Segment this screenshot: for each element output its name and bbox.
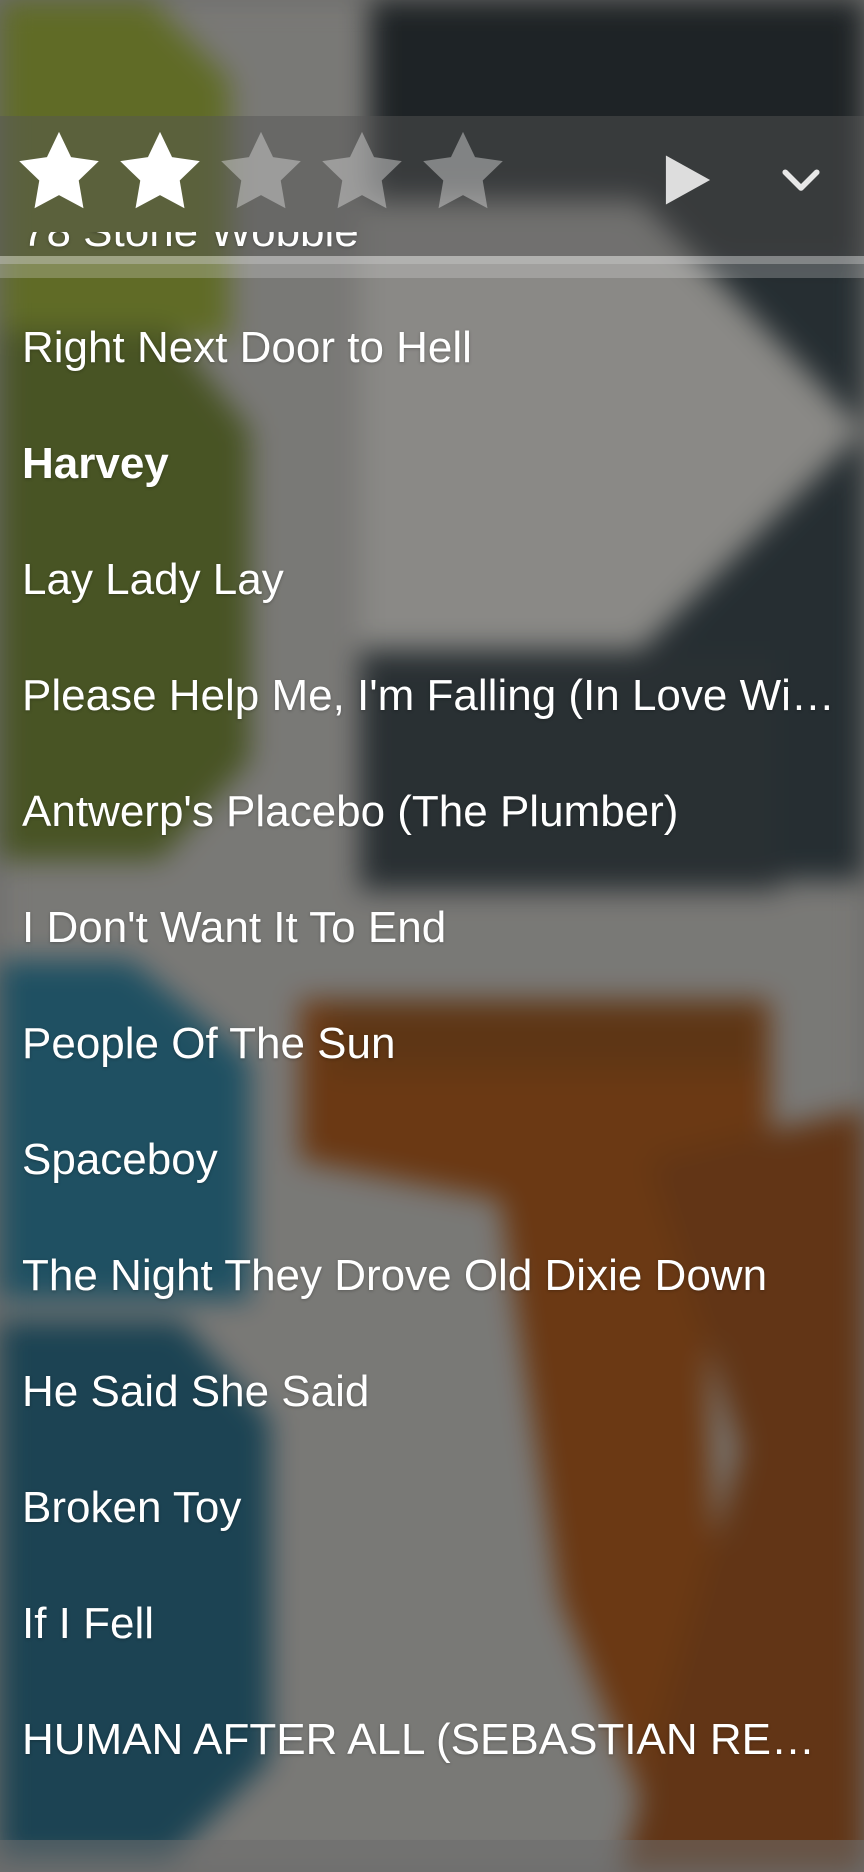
track-title: Spaceboy xyxy=(22,1135,218,1184)
rating-star-1[interactable] xyxy=(8,126,109,216)
track-item[interactable]: Spaceboy xyxy=(0,1102,864,1218)
track-item[interactable]: I Don't Want It To End xyxy=(0,870,864,986)
track-item[interactable]: He Said She Said xyxy=(0,1334,864,1450)
track-title: Antwerp's Placebo (The Plumber) xyxy=(22,787,679,836)
track-title: If I Fell xyxy=(22,1599,155,1648)
track-item[interactable]: Lay Lady Lay xyxy=(0,522,864,638)
track-title: Broken Toy xyxy=(22,1483,242,1532)
track-title: HUMAN AFTER ALL (SEBASTIAN REMIX) xyxy=(22,1715,842,1764)
track-title: People Of The Sun xyxy=(22,1019,396,1068)
rating-star-2[interactable] xyxy=(109,126,210,216)
play-button[interactable] xyxy=(650,142,726,218)
star-outline-icon xyxy=(321,131,402,209)
star-outline-icon xyxy=(220,131,301,209)
track-title: 78 Stone Wobble xyxy=(22,232,842,260)
track-item[interactable]: Antwerp's Placebo (The Plumber) xyxy=(0,754,864,870)
rating-bar[interactable] xyxy=(8,126,513,216)
track-item[interactable]: Broken Toy xyxy=(0,1450,864,1566)
play-icon xyxy=(665,155,711,205)
rating-star-5[interactable] xyxy=(412,126,513,216)
expand-button[interactable] xyxy=(766,146,836,216)
star-outline-icon xyxy=(422,131,503,209)
track-item[interactable]: 78 Stone Wobble xyxy=(0,232,864,290)
track-item[interactable]: People Of The Sun xyxy=(0,986,864,1102)
star-icon xyxy=(119,131,200,209)
track-title: Lay Lady Lay xyxy=(22,555,284,604)
navigation-bar-area xyxy=(0,1840,864,1872)
track-title: The Night They Drove Old Dixie Down xyxy=(22,1251,768,1300)
track-item[interactable]: If I Fell xyxy=(0,1566,864,1682)
rating-star-3[interactable] xyxy=(210,126,311,216)
track-title: Right Next Door to Hell xyxy=(22,323,472,372)
track-title: Please Help Me, I'm Falling (In Love Wit… xyxy=(22,671,842,720)
track-title: Harvey xyxy=(22,439,169,488)
status-bar-area xyxy=(0,0,864,116)
star-icon xyxy=(18,131,99,209)
rating-star-4[interactable] xyxy=(311,126,412,216)
track-item[interactable]: HUMAN AFTER ALL (SEBASTIAN REMIX) xyxy=(0,1682,864,1798)
track-title: I Don't Want It To End xyxy=(22,903,447,952)
track-title: He Said She Said xyxy=(22,1367,370,1416)
track-item-current[interactable]: Harvey xyxy=(0,406,864,522)
chevron-down-icon xyxy=(782,169,820,191)
track-item[interactable]: Right Next Door to Hell xyxy=(0,290,864,406)
track-item[interactable]: The Night They Drove Old Dixie Down xyxy=(0,1218,864,1334)
track-list[interactable]: 78 Stone Wobble Right Next Door to Hell … xyxy=(0,232,864,1840)
track-item[interactable]: Please Help Me, I'm Falling (In Love Wit… xyxy=(0,638,864,754)
